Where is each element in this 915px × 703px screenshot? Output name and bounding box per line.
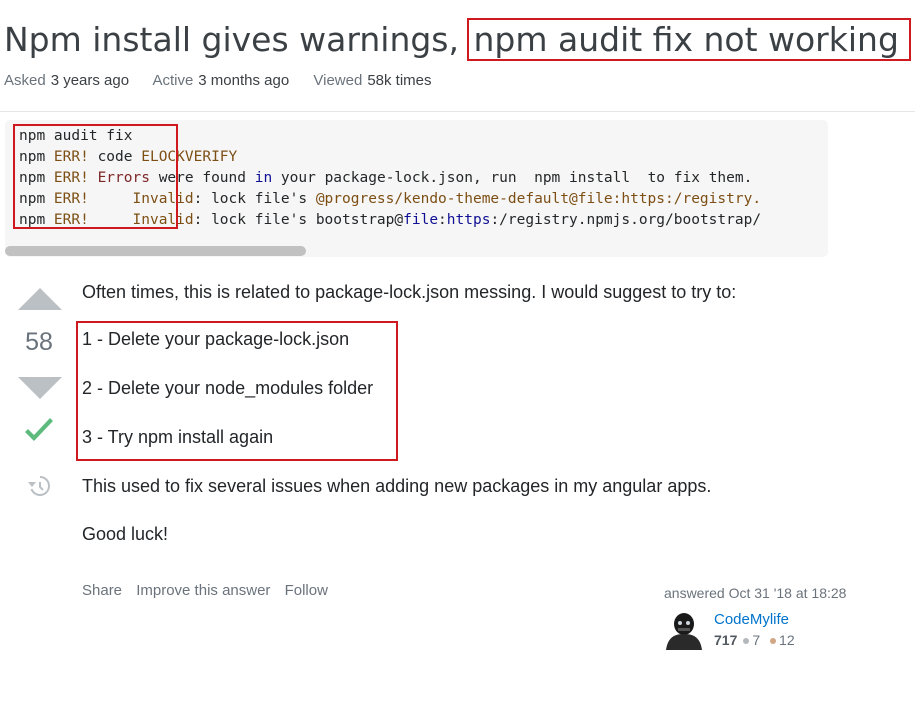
question-title-highlighted: npm audit fix not working	[467, 18, 911, 61]
upvote-arrow-icon[interactable]	[18, 288, 62, 310]
bronze-badge-icon	[770, 637, 777, 644]
downvote-arrow-icon[interactable]	[18, 377, 62, 399]
history-icon[interactable]	[27, 474, 51, 498]
answer-closing: Good luck!	[82, 524, 169, 544]
user-stats: 717 7 12	[714, 632, 795, 648]
improve-answer-link[interactable]: Improve this answer	[136, 582, 270, 599]
avatar[interactable]	[664, 610, 704, 650]
viewed-label: Viewed	[313, 72, 363, 89]
vote-count: 58	[25, 328, 53, 356]
code-horizontal-scrollbar[interactable]	[5, 246, 306, 256]
post-actions: Share Improve this answer Follow	[82, 582, 338, 599]
header-divider	[0, 111, 915, 112]
steps-highlight-box	[76, 321, 398, 461]
silver-badge-count: 7	[752, 632, 761, 648]
asked-label: Asked	[4, 72, 46, 89]
answer-outro: This used to fix several issues when add…	[82, 476, 712, 496]
active-value[interactable]: 3 months ago	[198, 72, 289, 89]
accepted-check-icon	[25, 418, 53, 441]
bronze-badge-count: 12	[779, 632, 795, 648]
user-name-link[interactable]: CodeMylife	[714, 611, 789, 628]
question-meta: Asked 3 years ago Active 3 months ago View…	[4, 72, 452, 89]
question-title-part1: Npm install gives warnings,	[4, 20, 470, 59]
viewed-value: 58k times	[367, 72, 432, 89]
silver-badge-icon	[743, 637, 750, 644]
code-highlight-box	[13, 124, 178, 229]
asked-value[interactable]: 3 years ago	[51, 72, 129, 89]
follow-link[interactable]: Follow	[285, 582, 328, 599]
reputation-score: 717	[714, 632, 738, 648]
answered-timestamp: answered Oct 31 '18 at 18:28	[664, 585, 847, 601]
share-link[interactable]: Share	[82, 582, 122, 599]
answer-intro: Often times, this is related to package-…	[82, 282, 737, 302]
active-label: Active	[152, 72, 194, 89]
code-block: npm audit fix npm ERR! code ELOCKVERIFY …	[5, 120, 828, 257]
question-title: Npm install gives warnings, npm audit fi…	[4, 18, 911, 62]
